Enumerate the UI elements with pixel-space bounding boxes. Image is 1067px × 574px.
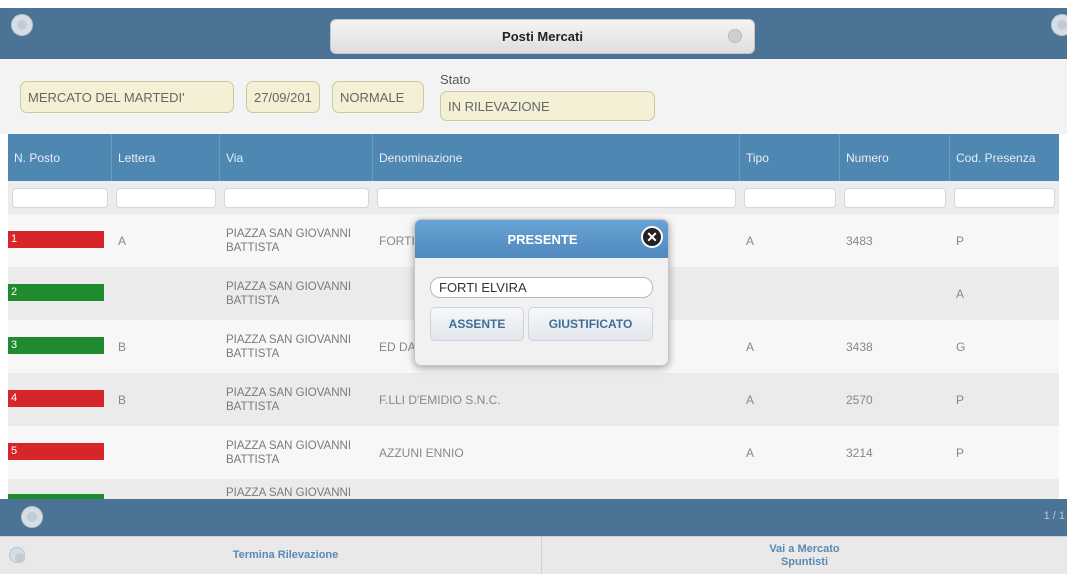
vai-mercato-spuntisti-button[interactable]: Vai a Mercato Spuntisti [542, 537, 1067, 574]
circle-icon[interactable] [9, 547, 25, 563]
cell-cod-presenza: P [956, 445, 965, 460]
cell-tipo: A [746, 339, 755, 354]
cell-cod-presenza: P [956, 233, 965, 248]
column-header-numero[interactable]: Numero [840, 134, 950, 181]
cell-cod-presenza: A [956, 286, 965, 301]
cell-numero: 3438 [846, 339, 873, 354]
posto-status-bar: 2 [8, 284, 104, 301]
power-icon[interactable] [1051, 14, 1067, 36]
filter-input-cod[interactable] [954, 188, 1055, 208]
date-field[interactable]: 27/09/201 [246, 81, 320, 113]
page-title: Posti Mercati [330, 19, 755, 54]
cell-via: PIAZZA SAN GIOVANNI BATTISTA [226, 386, 352, 413]
name-field[interactable]: FORTI ELVIRA [430, 277, 653, 298]
cell-tipo [740, 267, 840, 320]
filter-input-via[interactable] [224, 188, 369, 208]
cell-denominazione: F.LLI D'EMIDIO S.N.C. [379, 392, 501, 407]
cell-cod-presenza: P [956, 392, 965, 407]
column-header-lettera[interactable]: Lettera [112, 134, 220, 181]
cell-via: PIAZZA SAN GIOVANNI BATTISTA [226, 227, 352, 254]
cell-lettera [112, 267, 220, 320]
filter-input-lettera[interactable] [116, 188, 216, 208]
column-header-posto[interactable]: N. Posto [8, 134, 112, 181]
filter-input-posto[interactable] [12, 188, 108, 208]
assente-button[interactable]: ASSENTE [430, 307, 524, 341]
cell-via: PIAZZA SAN GIOVANNI BATTISTA [226, 333, 352, 360]
cell-via: PIAZZA SAN GIOVANNI BATTISTA [226, 280, 352, 307]
tipo-field[interactable]: NORMALE [332, 81, 424, 113]
pager-bar: 1 / 1 [0, 499, 1067, 536]
filter-input-numero[interactable] [844, 188, 946, 208]
cell-numero: 3483 [846, 233, 873, 248]
cell-lettera: A [118, 233, 127, 248]
table-row[interactable]: 4 B PIAZZA SAN GIOVANNI BATTISTA F.LLI D… [8, 373, 1059, 426]
cell-numero [840, 267, 950, 320]
table-row[interactable]: 5 PIAZZA SAN GIOVANNI BATTISTA AZZUNI EN… [8, 426, 1059, 479]
mercato-field[interactable]: MERCATO DEL MARTEDI' [20, 81, 234, 113]
title-action-icon[interactable] [728, 29, 742, 43]
column-filter-row [8, 181, 1059, 214]
cell-tipo: A [746, 445, 755, 460]
column-header-via[interactable]: Via [220, 134, 373, 181]
table-header: N. Posto Lettera Via Denominazione Tipo … [8, 134, 1059, 181]
posto-status-bar: 4 [8, 390, 104, 407]
column-header-tipo[interactable]: Tipo [740, 134, 840, 181]
cell-numero: 3214 [846, 445, 873, 460]
cell-lettera: B [118, 339, 127, 354]
giustificato-button[interactable]: GIUSTIFICATO [528, 307, 653, 341]
filter-input-tipo[interactable] [744, 188, 836, 208]
cell-tipo: A [746, 392, 755, 407]
dialog-header: PRESENTE [415, 220, 668, 258]
footer: Termina Rilevazione Vai a Mercato Spunti… [0, 536, 1067, 574]
column-header-denominazione[interactable]: Denominazione [373, 134, 740, 181]
table-row[interactable]: PIAZZA SAN GIOVANNI [8, 479, 1059, 499]
page-indicator: 1 / 1 [1043, 510, 1065, 522]
cell-via: PIAZZA SAN GIOVANNI [226, 487, 352, 499]
vai-line2: Spuntisti [780, 555, 829, 568]
stato-field[interactable]: IN RILEVAZIONE [440, 91, 655, 121]
refresh-icon[interactable] [21, 506, 43, 528]
cell-numero: 2570 [846, 392, 873, 407]
filter-input-denominazione[interactable] [377, 188, 736, 208]
posto-status-bar: 5 [8, 443, 104, 460]
cell-denominazione: AZZUNI ENNIO [379, 445, 464, 460]
posto-status-bar: 3 [8, 337, 104, 354]
close-icon[interactable]: ✕ [641, 226, 663, 248]
page-title-text: Posti Mercati [502, 29, 583, 44]
cell-lettera: B [118, 392, 127, 407]
stato-label: Stato [440, 72, 471, 87]
termina-rilevazione-button[interactable]: Termina Rilevazione [30, 537, 541, 574]
column-header-cod-presenza[interactable]: Cod. Presenza [950, 134, 1059, 181]
vai-line1: Vai a Mercato [769, 542, 840, 555]
posto-status-bar: 1 [8, 231, 104, 248]
presence-dialog: PRESENTE ✕ FORTI ELVIRA ASSENTE GIUSTIFI… [414, 219, 669, 366]
cell-cod-presenza: G [956, 339, 966, 354]
cell-lettera [112, 426, 220, 479]
menu-icon[interactable] [11, 14, 33, 36]
cell-tipo: A [746, 233, 755, 248]
dialog-title: PRESENTE [507, 231, 578, 247]
cell-via: PIAZZA SAN GIOVANNI BATTISTA [226, 439, 352, 466]
